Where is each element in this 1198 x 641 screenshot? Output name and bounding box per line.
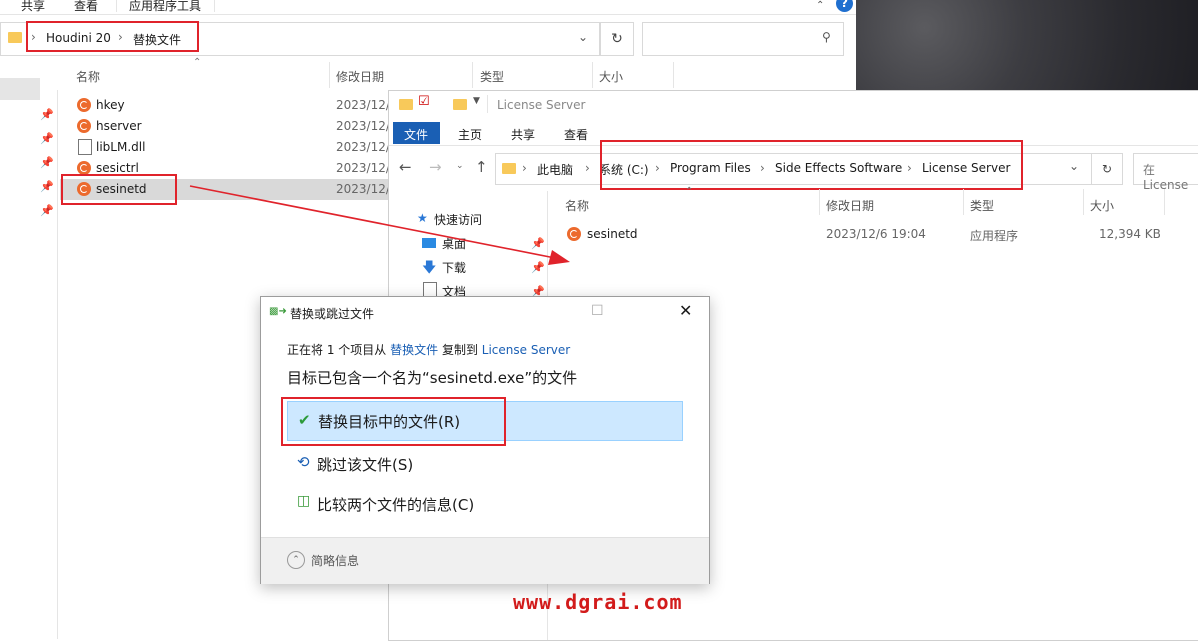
copy-icon: ▩➜ bbox=[269, 306, 287, 317]
skip-option-label: 跳过该文件(S) bbox=[317, 456, 414, 474]
watermark: www.dgrai.com bbox=[513, 590, 683, 614]
compare-option-label: 比较两个文件的信息(C) bbox=[317, 496, 475, 514]
destination-link[interactable]: License Server bbox=[482, 343, 570, 357]
chevron-up-icon[interactable]: ⌃ bbox=[287, 551, 305, 569]
fewer-details-link[interactable]: 简略信息 bbox=[311, 552, 359, 569]
dialog-footer: ⌃ 简略信息 bbox=[261, 537, 709, 584]
dialog-heading: 目标已包含一个名为“sesinetd.exe”的文件 bbox=[287, 369, 578, 387]
maximize-icon[interactable]: ☐ bbox=[591, 303, 604, 319]
dialog-title: 替换或跳过文件 bbox=[290, 307, 375, 321]
highlight-box bbox=[281, 397, 506, 446]
compare-option-button[interactable]: ◫ 比较两个文件的信息(C) bbox=[287, 487, 681, 521]
skip-icon: ⟲ bbox=[297, 453, 310, 471]
replace-skip-dialog: ▩➜ 替换或跳过文件 ☐ ✕ 正在将 1 个项目从 替换文件 复制到 Licen… bbox=[260, 296, 710, 584]
close-icon[interactable]: ✕ bbox=[679, 301, 692, 320]
compare-icon: ◫ bbox=[297, 493, 311, 509]
copy-description: 正在将 1 个项目从 替换文件 复制到 License Server bbox=[287, 343, 571, 357]
source-link[interactable]: 替换文件 bbox=[390, 343, 438, 357]
skip-option-button[interactable]: ⟲ 跳过该文件(S) bbox=[287, 447, 681, 481]
